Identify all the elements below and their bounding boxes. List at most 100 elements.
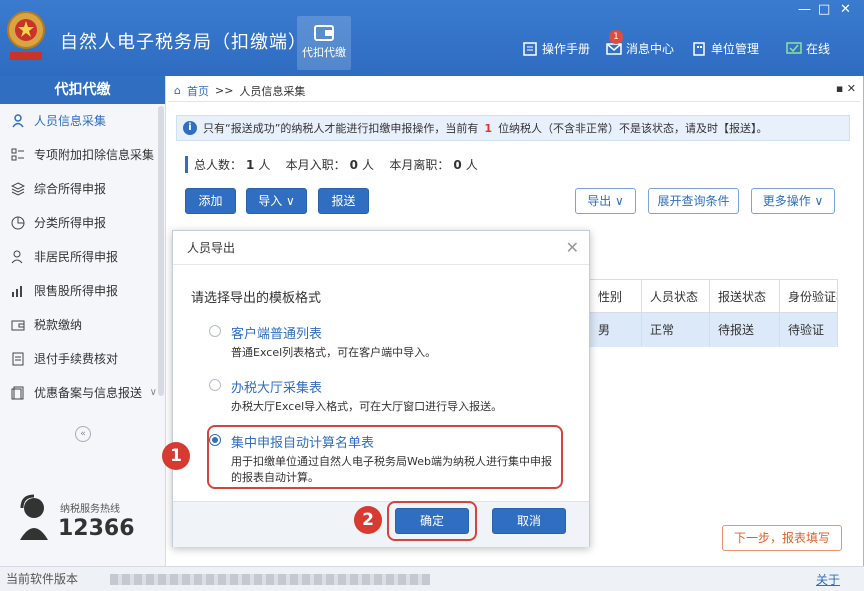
app-title: 自然人电子税务局（扣缴端） — [60, 32, 307, 53]
module-tab-label: 代扣代缴 — [302, 46, 346, 59]
online-status[interactable]: 在线 — [786, 40, 830, 57]
notice-banner: i 只有“报送成功”的纳税人才能进行扣缴申报操作，当前有 1 位纳税人（不含非正… — [176, 115, 850, 141]
option-desc: 普通Excel列表格式，可在客户端中导入。 — [231, 346, 437, 359]
person-outline-icon — [11, 250, 23, 264]
sidebar-item-preferential-filing[interactable]: 优惠备案与信息报送 ∨ — [0, 376, 165, 410]
tab-controls[interactable]: ▪ ✕ — [836, 82, 856, 95]
add-button[interactable]: 添加 — [185, 188, 236, 214]
joined-value: 0 — [349, 158, 359, 172]
close-window-button[interactable]: ✕ — [840, 2, 851, 17]
sidebar-item-comprehensive-income[interactable]: 综合所得申报 — [0, 172, 165, 206]
sidebar-item-label: 退付手续费核对 — [34, 352, 119, 366]
option-title: 办税大厅采集表 — [231, 381, 323, 396]
left-unit: 人 — [465, 158, 478, 172]
module-tab-withholding[interactable]: 代扣代缴 — [297, 16, 351, 70]
sidebar-item-classified-income[interactable]: 分类所得申报 — [0, 206, 165, 240]
table-row[interactable]: 男 正常 待报送 待验证 — [590, 313, 838, 347]
column-header[interactable]: 性别 — [590, 280, 642, 312]
table-header: 性别 人员状态 报送状态 身份验证状 — [590, 279, 838, 313]
sidebar-item-label: 限售股所得申报 — [34, 284, 119, 298]
manual-button[interactable]: 操作手册 — [522, 40, 590, 57]
sidebar-item-label: 税款缴纳 — [34, 318, 83, 332]
column-header[interactable]: 人员状态 — [642, 280, 710, 312]
cancel-button[interactable]: 取消 — [492, 508, 566, 534]
version-label: 当前软件版本 — [6, 572, 79, 586]
sidebar-header: 代扣代缴 — [0, 76, 165, 104]
import-button[interactable]: 导入 ∨ — [246, 188, 307, 214]
breadcrumb-current: 人员信息采集 — [239, 84, 306, 98]
sidebar-item-label: 优惠备案与信息报送 — [34, 386, 143, 400]
sidebar-item-label: 分类所得申报 — [34, 216, 107, 230]
info-icon: i — [183, 121, 197, 135]
sidebar-item-nonresident-income[interactable]: 非居民所得申报 — [0, 240, 165, 274]
table-cell: 待验证 — [780, 313, 838, 347]
home-icon[interactable]: ⌂ — [174, 84, 181, 97]
radio-client-list[interactable] — [209, 325, 221, 337]
notice-text-1: 只有“报送成功”的纳税人才能进行扣缴申报操作，当前有 — [203, 122, 479, 135]
title-bar: 自然人电子税务局（扣缴端） 代扣代缴 操作手册 消息中心 1 单位管理 在线 —… — [0, 0, 864, 76]
sidebar-item-personnel[interactable]: 人员信息采集 — [0, 104, 165, 138]
building-icon — [693, 41, 705, 56]
table-cell: 待报送 — [710, 313, 780, 347]
highlight-box-confirm — [387, 501, 477, 541]
message-center-label: 消息中心 — [626, 42, 675, 56]
wallet-icon — [314, 25, 334, 41]
step-marker-2: 2 — [354, 506, 382, 534]
export-button[interactable]: 导出 ∨ — [575, 188, 636, 214]
highlight-box-option — [207, 425, 563, 489]
column-header[interactable]: 身份验证状 — [780, 280, 838, 312]
table-cell: 男 — [590, 313, 642, 347]
sidebar-item-label: 综合所得申报 — [34, 182, 107, 196]
doc-icon — [11, 386, 24, 400]
joined-unit: 人 — [362, 158, 375, 172]
total-value: 1 — [246, 158, 255, 172]
layers-icon — [11, 182, 25, 196]
check-doc-icon — [12, 352, 24, 366]
left-label: 本月离职： — [389, 158, 450, 172]
pie-icon — [11, 216, 25, 230]
next-step-button[interactable]: 下一步，报表填写 — [722, 525, 842, 551]
sidebar-item-tax-payment[interactable]: 税款缴纳 — [0, 308, 165, 342]
sidebar-item-label: 人员信息采集 — [34, 114, 107, 128]
tax-emblem-logo — [7, 11, 45, 60]
hotline-number: 12366 — [58, 516, 135, 541]
breadcrumb-home[interactable]: 首页 — [187, 83, 209, 99]
sidebar-item-refund-fee[interactable]: 退付手续费核对 — [0, 342, 165, 376]
online-label: 在线 — [806, 42, 831, 56]
personnel-stats: 总人数： 1 人 本月入职： 0 人 本月离职： 0 人 — [185, 156, 478, 173]
notice-text-2: 位纳税人（不含非正常）不是该状态，请及时【报送】。 — [498, 122, 768, 135]
option-title: 客户端普通列表 — [231, 327, 323, 342]
sidebar-item-restricted-stock[interactable]: 限售股所得申报 — [0, 274, 165, 308]
expand-query-button[interactable]: 展开查询条件 — [648, 188, 739, 214]
joined-label: 本月入职： — [285, 158, 346, 172]
minimize-button[interactable]: — — [798, 2, 811, 17]
unit-management-label: 单位管理 — [711, 42, 760, 56]
step-marker-1: 1 — [162, 442, 190, 470]
dialog-title-bar: 人员导出 ✕ — [173, 231, 589, 265]
export-dialog: 人员导出 ✕ 请选择导出的模板格式 客户端普通列表 普通Excel列表格式，可在… — [172, 230, 590, 547]
close-icon[interactable]: ✕ — [566, 231, 579, 265]
more-actions-button[interactable]: 更多操作 ∨ — [751, 188, 835, 214]
submit-button[interactable]: 报送 — [318, 188, 369, 214]
wallet-icon — [11, 320, 25, 331]
sidebar-item-special-deduction[interactable]: 专项附加扣除信息采集 — [0, 138, 165, 172]
breadcrumb: ⌂ 首页 >> 人员信息采集 ▪ ✕ — [168, 80, 860, 102]
maximize-button[interactable]: □ — [818, 2, 830, 17]
dialog-title: 人员导出 — [187, 241, 236, 255]
list-icon — [11, 148, 24, 161]
radio-hall-form[interactable] — [209, 379, 221, 391]
total-unit: 人 — [258, 158, 271, 172]
manual-icon — [523, 41, 537, 56]
sidebar-item-label: 非居民所得申报 — [34, 250, 119, 264]
hotline: 纳税服务热线 12366 — [14, 494, 135, 545]
sidebar-scrollbar[interactable] — [158, 106, 164, 396]
collapse-sidebar-button[interactable]: « — [75, 426, 91, 442]
manual-label: 操作手册 — [542, 42, 591, 56]
breadcrumb-separator: >> — [214, 84, 234, 97]
column-header[interactable]: 报送状态 — [710, 280, 780, 312]
status-bar: 当前软件版本 关于 — [0, 566, 864, 591]
online-monitor-icon — [786, 41, 802, 54]
about-link[interactable]: 关于 — [816, 571, 840, 588]
message-count-badge: 1 — [609, 30, 623, 44]
unit-management-button[interactable]: 单位管理 — [691, 40, 759, 57]
